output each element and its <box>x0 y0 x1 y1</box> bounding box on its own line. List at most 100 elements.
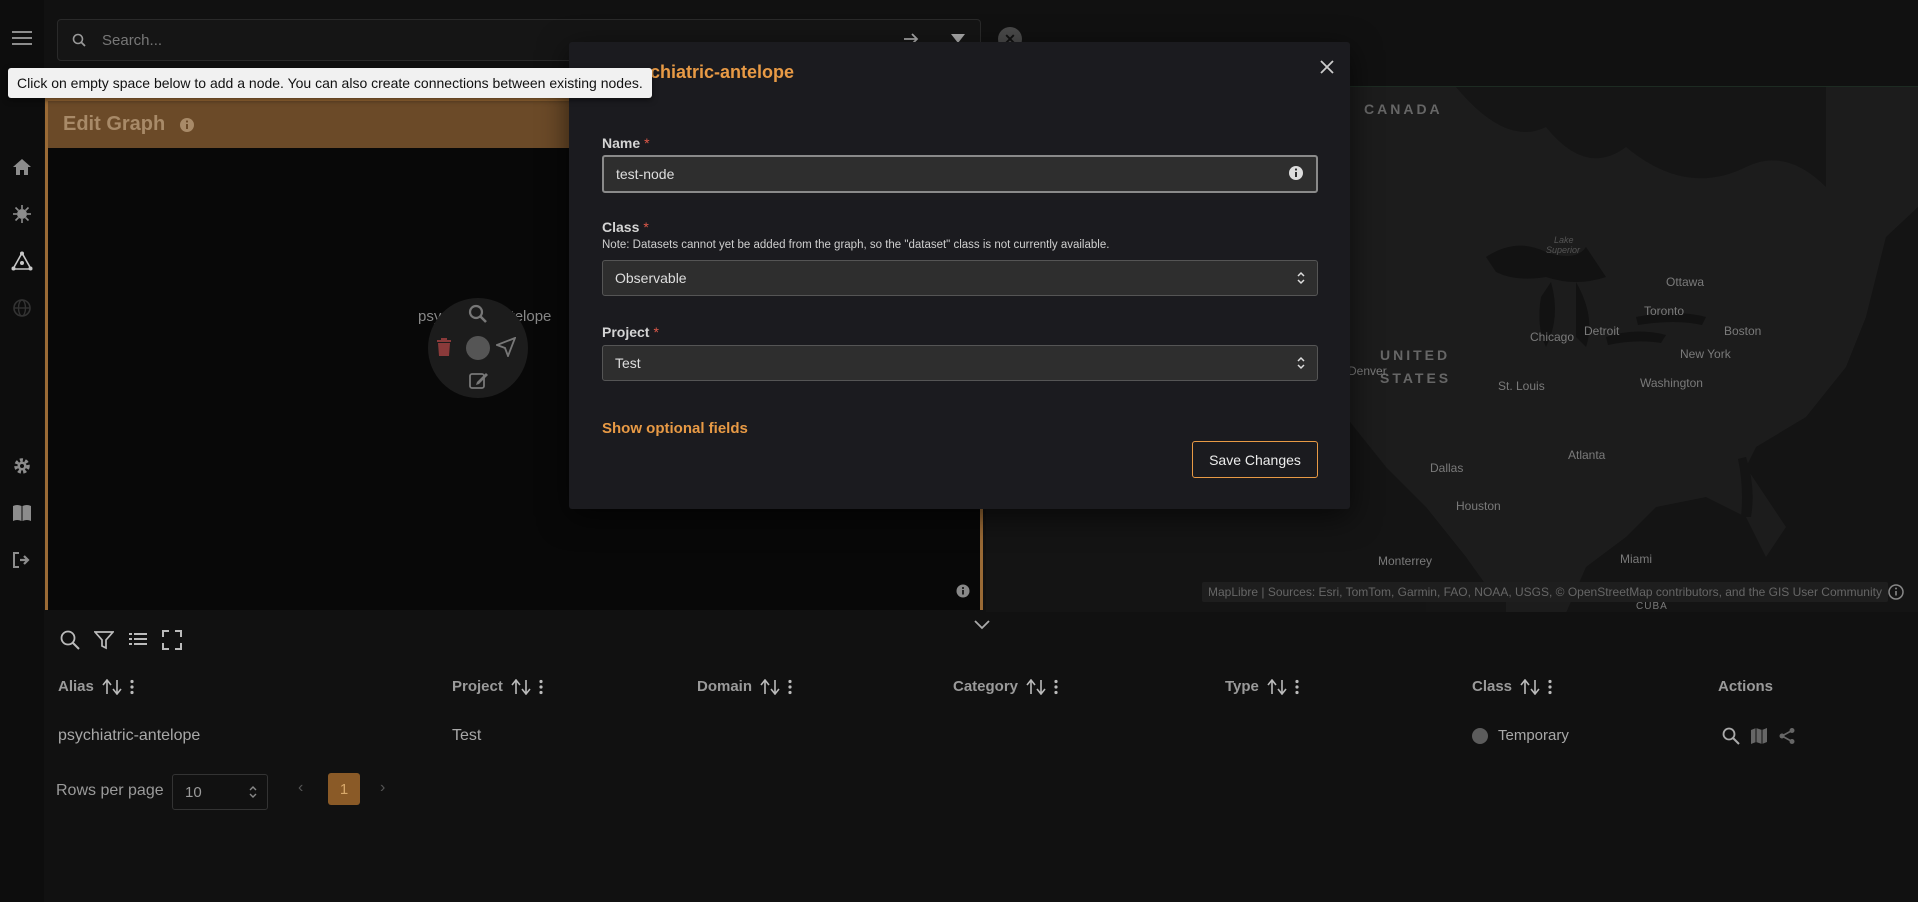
class-select[interactable]: Observable <box>602 260 1318 296</box>
sort-icon[interactable] <box>760 678 780 695</box>
map-label-houston: Houston <box>1456 499 1501 513</box>
column-menu-icon[interactable] <box>788 679 792 695</box>
class-value: Observable <box>615 270 687 286</box>
class-label: Class * <box>602 219 649 235</box>
info-icon[interactable] <box>179 117 195 133</box>
map-label-st-louis: St. Louis <box>1498 379 1545 393</box>
logout-icon[interactable] <box>10 548 34 572</box>
class-note: Note: Datasets cannot yet be added from … <box>602 239 1110 251</box>
col-header-alias[interactable]: Alias <box>58 678 134 695</box>
graph-info-icon[interactable] <box>956 584 970 598</box>
rows-per-page-value: 10 <box>185 784 202 801</box>
col-header-class[interactable]: Class <box>1472 678 1552 695</box>
map-label-new-york: New York <box>1680 347 1731 361</box>
node-delete-icon[interactable] <box>436 338 452 356</box>
map-label-dallas: Dallas <box>1430 461 1464 475</box>
map-label-lake-2: Superior <box>1546 245 1581 255</box>
book-icon[interactable] <box>10 501 34 525</box>
name-field[interactable]: test-node <box>602 155 1318 193</box>
map-label-ottawa: Ottawa <box>1666 275 1705 289</box>
show-optional-fields-link[interactable]: Show optional fields <box>602 420 748 437</box>
map-label-lake-1: Lake <box>1554 235 1574 245</box>
name-label: Name * <box>602 135 650 151</box>
col-category-label: Category <box>953 678 1019 695</box>
col-project-label: Project <box>452 678 503 695</box>
map-attribution: MapLibre | Sources: Esri, TomTom, Garmin… <box>1202 582 1888 602</box>
chevron-updown-icon <box>1297 356 1305 370</box>
node-edit-icon[interactable] <box>469 370 489 390</box>
info-icon[interactable] <box>1288 165 1304 181</box>
col-header-domain[interactable]: Domain <box>697 678 792 695</box>
col-header-type[interactable]: Type <box>1225 678 1299 695</box>
fullscreen-icon[interactable] <box>162 630 182 650</box>
row-view-icon[interactable] <box>1722 727 1740 745</box>
graph-node[interactable] <box>466 336 490 360</box>
column-menu-icon[interactable] <box>130 679 134 695</box>
sort-icon[interactable] <box>102 678 122 695</box>
class-dot-icon <box>1472 727 1488 744</box>
graph-title: Edit Graph <box>63 113 166 135</box>
col-header-category[interactable]: Category <box>953 678 1058 695</box>
column-menu-icon[interactable] <box>539 679 543 695</box>
filter-icon[interactable] <box>94 630 114 650</box>
map-label-toronto: Toronto <box>1644 304 1685 318</box>
map-label-united: UNITED <box>1380 347 1451 363</box>
edit-node-modal: psychiatric-antelope Name * test-node Cla… <box>569 42 1350 509</box>
map-label-denver: Denver <box>1348 364 1387 378</box>
project-select[interactable]: Test <box>602 345 1318 381</box>
required-mark: * <box>643 219 649 235</box>
col-header-project[interactable]: Project <box>452 678 543 695</box>
graph-tooltip: Click on empty space below to add a node… <box>8 68 652 98</box>
columns-icon[interactable] <box>128 630 148 650</box>
cell-project: Test <box>452 727 482 744</box>
col-domain-label: Domain <box>697 678 753 695</box>
cell-class-label: Temporary <box>1498 727 1569 744</box>
search-input[interactable]: Search... <box>102 32 162 49</box>
settings-icon[interactable] <box>10 454 34 478</box>
column-menu-icon[interactable] <box>1548 679 1552 695</box>
sort-icon[interactable] <box>1026 678 1046 695</box>
col-type-label: Type <box>1225 678 1259 695</box>
graph-icon[interactable] <box>10 249 34 273</box>
sort-icon[interactable] <box>1267 678 1287 695</box>
map-label-detroit: Detroit <box>1584 324 1620 338</box>
table-toolbar <box>60 630 182 650</box>
prev-page-button[interactable]: ‹ <box>298 779 303 797</box>
map-label-cuba: CUBA <box>1636 601 1668 612</box>
map-label-chicago: Chicago <box>1530 330 1575 344</box>
map-label-canada: CANADA <box>1364 101 1443 117</box>
rows-per-page-select[interactable]: 10 <box>172 774 268 810</box>
column-menu-icon[interactable] <box>1295 679 1299 695</box>
next-page-button[interactable]: › <box>380 779 385 797</box>
project-value: Test <box>615 355 641 371</box>
required-mark: * <box>653 324 659 340</box>
map-label-boston: Boston <box>1724 324 1762 338</box>
row-map-icon[interactable] <box>1750 727 1768 745</box>
search-icon <box>72 33 86 47</box>
menu-icon[interactable] <box>10 26 34 50</box>
map-label-miami: Miami <box>1620 552 1652 566</box>
sort-icon[interactable] <box>511 678 531 695</box>
home-icon[interactable] <box>10 155 34 179</box>
col-header-actions: Actions <box>1718 678 1773 695</box>
name-value: test-node <box>616 166 675 182</box>
name-label-text: Name <box>602 135 641 151</box>
cell-alias: psychiatric-antelope <box>58 727 201 744</box>
node-search-icon[interactable] <box>468 304 488 324</box>
map-label-monterrey: Monterrey <box>1378 554 1433 568</box>
chevron-updown-icon <box>249 785 257 799</box>
col-class-label: Class <box>1472 678 1513 695</box>
page-1-button[interactable]: 1 <box>328 773 360 805</box>
close-icon[interactable] <box>1320 60 1334 74</box>
column-menu-icon[interactable] <box>1054 679 1058 695</box>
save-changes-button[interactable]: Save Changes <box>1192 441 1318 478</box>
sort-icon[interactable] <box>1520 678 1540 695</box>
attribution-info-icon[interactable] <box>1888 584 1904 600</box>
globe-icon[interactable] <box>10 296 34 320</box>
collapse-chevron-icon[interactable] <box>974 620 990 630</box>
rows-per-page-label: Rows per page <box>56 782 164 799</box>
row-share-icon[interactable] <box>1778 727 1796 745</box>
table-search-icon[interactable] <box>60 630 80 650</box>
virus-icon[interactable] <box>10 202 34 226</box>
node-connect-icon[interactable] <box>496 337 516 357</box>
